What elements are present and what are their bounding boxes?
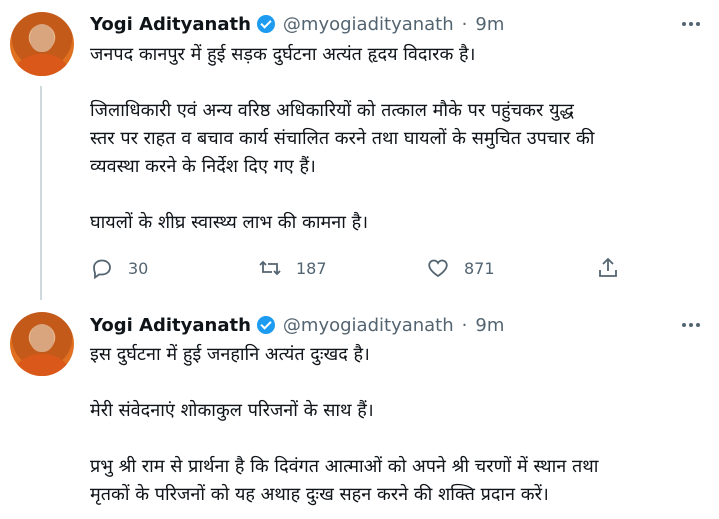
reply-button[interactable]: 30 — [90, 256, 148, 280]
retweet-button[interactable]: 187 — [258, 256, 327, 280]
reply-count: 30 — [128, 258, 149, 278]
tweet-text-line: स्तर पर राहत व बचाव कार्य संचालित करने त… — [90, 128, 595, 149]
verified-badge-icon — [256, 316, 275, 334]
tweet-header: Yogi Adityanath @myogiadityanath · 9m — [90, 313, 504, 337]
share-button[interactable] — [596, 256, 620, 280]
tweet-text-line: जनपद कानपुर में हुई सड़क दुर्घटना अत्यंत… — [90, 44, 476, 65]
verified-badge-icon — [256, 15, 275, 33]
avatar-robe — [10, 354, 74, 376]
author-handle[interactable]: @myogiadityanath — [283, 14, 454, 35]
tweet-time[interactable]: 9m — [475, 315, 504, 336]
author-name[interactable]: Yogi Adityanath — [90, 315, 251, 336]
like-icon — [428, 259, 448, 278]
tweet-text-line: मेरी संवेदनाएं शोकाकुल परिजनों के साथ है… — [90, 400, 374, 421]
tweet-text-line: प्रभु श्री राम से प्रार्थना है कि दिवंगत… — [90, 456, 599, 477]
retweet-icon — [259, 260, 281, 276]
avatar-face — [30, 324, 54, 352]
tweet-text-line: जिलाधिकारी एवं अन्य वरिष्ठ अधिकारियों को… — [90, 100, 574, 121]
tweet-header: Yogi Adityanath @myogiadityanath · 9m — [90, 12, 504, 36]
tweet-text-line: घायलों के शीघ्र स्वास्थ्य लाभ की कामना ह… — [90, 212, 369, 233]
tweet-time[interactable]: 9m — [475, 14, 504, 35]
tweet-text-line: व्यवस्था करने के निर्देश दिए गए हैं। — [90, 156, 316, 177]
avatar-face — [30, 24, 54, 52]
retweet-count: 187 — [296, 258, 327, 278]
separator-dot: · — [461, 13, 468, 35]
author-avatar[interactable] — [10, 12, 74, 76]
tweet-actions: 30 187 871 — [90, 256, 630, 280]
tweet-text-line: इस दुर्घटना में हुई जनहानि अत्यंत दुःखद … — [90, 344, 370, 365]
more-icon[interactable] — [677, 313, 705, 337]
author-handle[interactable]: @myogiadityanath — [283, 315, 454, 336]
tweet-text-line: मृतकों के परिजनों को यह अथाह दुःख सहन कर… — [90, 484, 549, 505]
like-count: 871 — [464, 258, 495, 278]
thread-line — [40, 86, 42, 300]
avatar-robe — [10, 54, 74, 76]
reply-icon — [93, 259, 111, 280]
author-name[interactable]: Yogi Adityanath — [90, 14, 251, 35]
more-icon[interactable] — [677, 12, 705, 36]
separator-dot: · — [461, 314, 468, 336]
share-icon — [599, 257, 617, 277]
like-button[interactable]: 871 — [426, 256, 495, 280]
author-avatar[interactable] — [10, 312, 74, 376]
